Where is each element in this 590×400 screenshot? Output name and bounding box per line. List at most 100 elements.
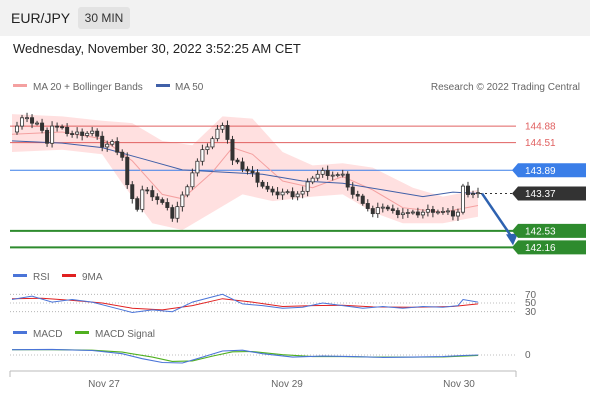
candle-body — [190, 172, 195, 188]
candle-body — [380, 206, 385, 209]
candle-body — [470, 193, 475, 196]
candle-body — [120, 151, 125, 158]
candle-body — [450, 210, 455, 217]
candle-body — [225, 125, 230, 140]
candle-body — [365, 203, 370, 209]
candle-body — [320, 170, 325, 175]
candle-body — [410, 211, 415, 214]
candle-body — [335, 174, 340, 177]
candle-body — [15, 125, 20, 133]
rsi-ma-legend-swatch — [62, 274, 76, 277]
candle-body — [55, 125, 60, 128]
candle-body — [300, 190, 305, 195]
pivot-label: 143.89 — [525, 166, 556, 177]
candle-body — [325, 170, 330, 177]
candle-body — [110, 141, 115, 145]
candle-body — [360, 195, 365, 204]
candle-body — [270, 188, 275, 193]
macd-legend-swatch — [13, 331, 27, 334]
candle-body — [435, 211, 440, 214]
candle-body — [175, 206, 180, 219]
candle-body — [40, 122, 45, 131]
candle-body — [220, 125, 225, 130]
candle-body — [260, 181, 265, 187]
macd-signal-legend-swatch — [75, 331, 89, 334]
candle-body — [315, 173, 320, 179]
candle-body — [160, 199, 165, 203]
x-tick-label-nov-30: Nov 30 — [443, 379, 475, 390]
macd-legend-label: MACD — [33, 329, 62, 340]
candle-body — [135, 198, 140, 210]
candle-body — [430, 209, 435, 213]
candle-body — [145, 189, 150, 192]
candle-body — [355, 193, 360, 197]
support-2-label: 142.16 — [525, 243, 556, 254]
candle-body — [20, 117, 25, 127]
support-1-label: 142.53 — [525, 226, 556, 237]
chart-canvas: MA 20 + Bollinger Bands MA 50 Research ©… — [9, 82, 586, 390]
candle-body — [165, 202, 170, 208]
candle-body — [415, 211, 420, 216]
candle-body — [295, 193, 300, 198]
candle-body — [275, 191, 280, 196]
candle-body — [330, 174, 335, 177]
candle-body — [85, 132, 90, 136]
candle-body — [30, 117, 35, 124]
candle-body — [140, 189, 145, 210]
resistance-1-label: 144.51 — [525, 138, 556, 149]
candle-body — [460, 185, 465, 213]
candle-body — [465, 185, 470, 195]
rsi-panel — [10, 293, 516, 314]
candle-body — [255, 172, 260, 183]
candle-body — [350, 186, 355, 195]
candle-body — [95, 130, 100, 137]
x-tick-label-nov-27: Nov 27 — [88, 379, 120, 390]
candle-body — [370, 208, 375, 215]
candle-body — [345, 173, 350, 188]
macd-zero-label: 0 — [525, 350, 531, 361]
candle-body — [425, 209, 430, 213]
candle-body — [305, 181, 310, 192]
rsi-legend-label: RSI — [33, 272, 50, 283]
candle-body — [405, 212, 410, 214]
candle-body — [195, 160, 200, 174]
candle-body — [215, 128, 220, 140]
candle-body — [60, 126, 65, 129]
candle-body — [75, 131, 80, 135]
candle-body — [230, 139, 235, 161]
candle-body — [180, 194, 185, 208]
candle-body — [115, 141, 120, 153]
rsi-level-30-label: 30 — [525, 307, 537, 318]
candle-body — [235, 159, 240, 163]
ma20-legend-swatch — [13, 84, 27, 87]
candle-body — [210, 138, 215, 148]
candle-body — [250, 170, 255, 174]
candle-body — [45, 129, 50, 144]
candle-body — [400, 212, 405, 216]
candle-body — [375, 207, 380, 215]
candle-body — [420, 211, 425, 216]
candle-body — [200, 149, 205, 162]
current-price-label: 143.37 — [525, 189, 556, 200]
candle-body — [80, 131, 85, 136]
candle-body — [475, 192, 480, 195]
candle-body — [285, 191, 290, 194]
candle-body — [390, 208, 395, 211]
candle-body — [155, 196, 160, 201]
candle-body — [130, 184, 135, 200]
candle-body — [280, 191, 285, 196]
candle-body — [170, 207, 175, 219]
macd-signal-line — [12, 349, 479, 362]
candle-body — [90, 130, 95, 134]
credit-label: Research © 2022 Trading Central — [431, 82, 580, 93]
resistance-2-label: 144.88 — [525, 122, 556, 133]
candle-body — [105, 143, 110, 148]
x-tick-label-nov-29: Nov 29 — [271, 379, 303, 390]
candle-body — [395, 210, 400, 216]
price-panel: 144.88 144.51 143.89 142.53 142.16 143.37 — [10, 112, 586, 255]
candle-body — [70, 133, 75, 135]
rsi-legend-swatch — [13, 274, 27, 277]
macd-panel — [10, 348, 516, 364]
candle-body — [455, 211, 460, 217]
rsi-ma-legend-label: 9MA — [82, 272, 103, 283]
